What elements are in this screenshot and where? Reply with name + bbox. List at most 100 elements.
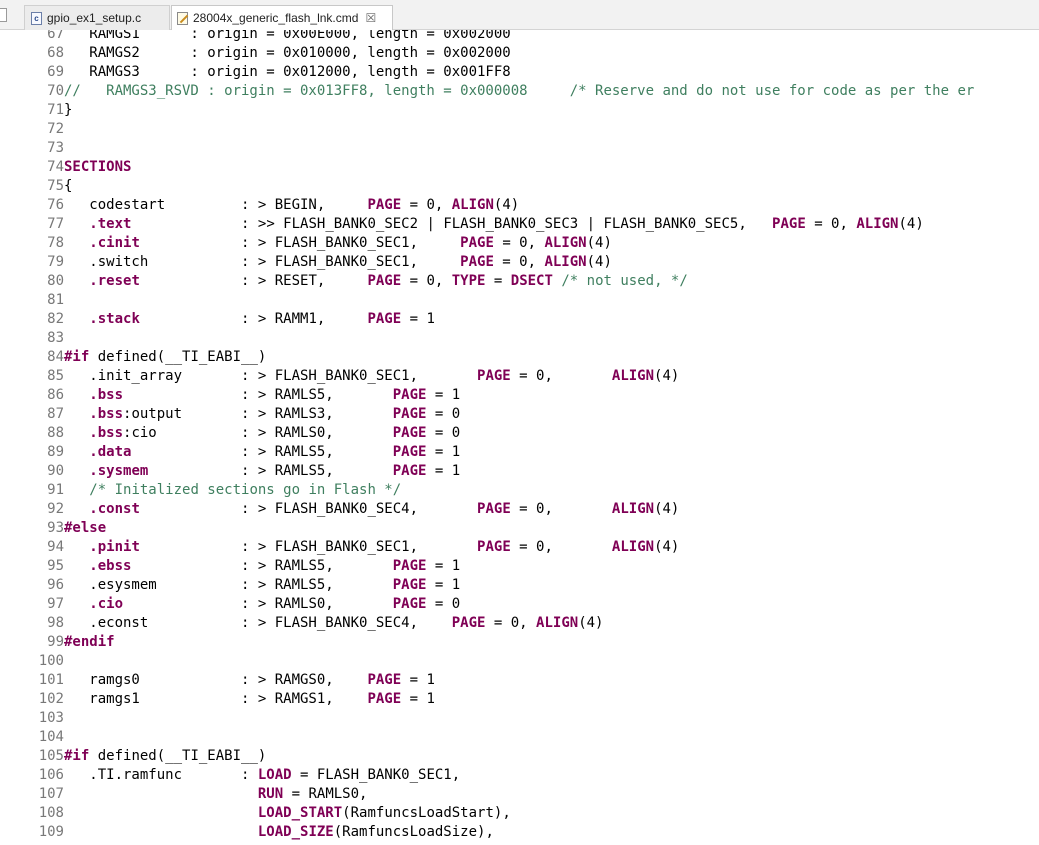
code-token: = FLASH_BANK0_SEC1,: [291, 767, 461, 783]
line-text: .pinit : > FLASH_BANK0_SEC1, PAGE = 0, A…: [64, 539, 679, 555]
code-line[interactable]: 98 .econst : > FLASH_BANK0_SEC4, PAGE = …: [0, 614, 1039, 633]
line-number: 100: [38, 653, 64, 669]
line-text: .TI.ramfunc : LOAD = FLASH_BANK0_SEC1,: [64, 767, 460, 783]
code-line[interactable]: 70// RAMGS3_RSVD : origin = 0x013FF8, le…: [0, 82, 1039, 101]
tab-gpio-ex1-setup-c[interactable]: c gpio_ex1_setup.c: [24, 5, 170, 30]
code-line[interactable]: 103: [0, 709, 1039, 728]
code-line[interactable]: 69 RAMGS3 : origin = 0x012000, length = …: [0, 63, 1039, 82]
code-token: codestart : > BEGIN,: [64, 197, 368, 213]
line-number: 86: [47, 387, 64, 403]
close-icon[interactable]: ☒: [365, 11, 376, 25]
code-line[interactable]: 91 /* Initalized sections go in Flash */: [0, 481, 1039, 500]
keyword-token: #endif: [64, 634, 115, 650]
code-line[interactable]: 67 RAMGS1 : origin = 0x00E000, length = …: [0, 30, 1039, 44]
line-number: 81: [47, 292, 64, 308]
code-line[interactable]: 79 .switch : > FLASH_BANK0_SEC1, PAGE = …: [0, 253, 1039, 272]
code-line[interactable]: 88 .bss:cio : > RAMLS0, PAGE = 0: [0, 424, 1039, 443]
code-line[interactable]: 95 .ebss : > RAMLS5, PAGE = 1: [0, 557, 1039, 576]
line-number: 107: [38, 786, 64, 802]
code-token: (4): [654, 368, 680, 384]
code-line[interactable]: 107 RUN = RAMLS0,: [0, 785, 1039, 804]
code-line[interactable]: 81: [0, 291, 1039, 310]
code-line[interactable]: 105#if defined(__TI_EABI__): [0, 747, 1039, 766]
line-text: .switch : > FLASH_BANK0_SEC1, PAGE = 0, …: [64, 254, 612, 270]
line-number: 96: [47, 577, 64, 593]
line-text: }: [64, 102, 72, 118]
code-line[interactable]: 86 .bss : > RAMLS5, PAGE = 1: [0, 386, 1039, 405]
line-text: RAMGS2 : origin = 0x010000, length = 0x0…: [64, 45, 510, 61]
code-token: = 1: [401, 311, 435, 327]
code-line[interactable]: 78 .cinit : > FLASH_BANK0_SEC1, PAGE = 0…: [0, 234, 1039, 253]
code-line[interactable]: 75{: [0, 177, 1039, 196]
code-line[interactable]: 96 .esysmem : > RAMLS5, PAGE = 1: [0, 576, 1039, 595]
code-token: = 0: [426, 406, 461, 422]
code-line[interactable]: 72: [0, 120, 1039, 139]
code-line[interactable]: 104: [0, 728, 1039, 747]
line-number: 104: [38, 729, 64, 745]
code-line[interactable]: 102 ramgs1 : > RAMGS1, PAGE = 1: [0, 690, 1039, 709]
keyword-token: PAGE: [392, 444, 427, 460]
keyword-token: PAGE: [460, 235, 494, 251]
code-token: = 0,: [510, 368, 612, 384]
collapsed-panel-marker[interactable]: [0, 8, 7, 22]
code-line[interactable]: 92 .const : > FLASH_BANK0_SEC4, PAGE = 0…: [0, 500, 1039, 519]
line-number: 97: [47, 596, 64, 612]
code-line[interactable]: 80 .reset : > RESET, PAGE = 0, TYPE = DS…: [0, 272, 1039, 291]
code-token: (4): [654, 539, 680, 555]
code-line[interactable]: 101 ramgs0 : > RAMGS0, PAGE = 1: [0, 671, 1039, 690]
code-line[interactable]: 106 .TI.ramfunc : LOAD = FLASH_BANK0_SEC…: [0, 766, 1039, 785]
line-text: LOAD_START(RamfuncsLoadStart),: [64, 805, 511, 821]
code-token: : > FLASH_BANK0_SEC1,: [139, 235, 461, 251]
code-line[interactable]: 83: [0, 329, 1039, 348]
line-number: 87: [47, 406, 64, 422]
code-token: defined(__TI_EABI__): [89, 349, 267, 365]
code-token: =: [485, 273, 511, 289]
code-line[interactable]: 97 .cio : > RAMLS0, PAGE = 0: [0, 595, 1039, 614]
code-token: RAMGS1 : origin = 0x00E000, length = 0x0…: [64, 30, 511, 42]
keyword-token: .sysmem: [89, 463, 149, 479]
line-number: 79: [47, 254, 64, 270]
editor-tab-bar: c gpio_ex1_setup.c 28004x_generic_flash_…: [0, 0, 1039, 30]
keyword-token: .cinit: [89, 235, 140, 251]
code-line[interactable]: 82 .stack : > RAMM1, PAGE = 1: [0, 310, 1039, 329]
line-text: ramgs0 : > RAMGS0, PAGE = 1: [64, 672, 435, 688]
code-token: = 0,: [510, 539, 612, 555]
code-line[interactable]: 89 .data : > RAMLS5, PAGE = 1: [0, 443, 1039, 462]
keyword-token: ALIGN: [544, 235, 587, 251]
line-number: 92: [47, 501, 64, 517]
code-line[interactable]: 85 .init_array : > FLASH_BANK0_SEC1, PAG…: [0, 367, 1039, 386]
code-token: : > RAMLS5,: [123, 387, 393, 403]
tab-28004x-generic-flash-lnk-cmd[interactable]: 28004x_generic_flash_lnk.cmd ☒: [171, 5, 393, 30]
code-editor[interactable]: 67 RAMGS1 : origin = 0x00E000, length = …: [0, 30, 1039, 845]
code-line[interactable]: 77 .text : >> FLASH_BANK0_SEC2 | FLASH_B…: [0, 215, 1039, 234]
code-line[interactable]: 99#endif: [0, 633, 1039, 652]
keyword-token: PAGE: [367, 311, 402, 327]
code-line[interactable]: 108 LOAD_START(RamfuncsLoadStart),: [0, 804, 1039, 823]
line-number: 67: [47, 30, 64, 42]
code-line[interactable]: 100: [0, 652, 1039, 671]
line-number: 70: [47, 83, 64, 99]
code-line[interactable]: 84#if defined(__TI_EABI__): [0, 348, 1039, 367]
code-line[interactable]: 109 LOAD_SIZE(RamfuncsLoadSize),: [0, 823, 1039, 842]
code-line[interactable]: 87 .bss:output : > RAMLS3, PAGE = 0: [0, 405, 1039, 424]
code-token: .init_array : > FLASH_BANK0_SEC1,: [64, 368, 478, 384]
code-line[interactable]: 73: [0, 139, 1039, 158]
code-token: ramgs1 : > RAMGS1,: [64, 691, 368, 707]
code-line[interactable]: 74SECTIONS: [0, 158, 1039, 177]
line-number: 94: [47, 539, 64, 555]
c-file-icon: c: [31, 11, 42, 25]
code-line[interactable]: 71}: [0, 101, 1039, 120]
code-line[interactable]: 93#else: [0, 519, 1039, 538]
line-text: .init_array : > FLASH_BANK0_SEC1, PAGE =…: [64, 368, 679, 384]
code-line[interactable]: 90 .sysmem : > RAMLS5, PAGE = 1: [0, 462, 1039, 481]
code-token: (4): [586, 254, 612, 270]
code-line[interactable]: 94 .pinit : > FLASH_BANK0_SEC1, PAGE = 0…: [0, 538, 1039, 557]
line-number: 102: [38, 691, 64, 707]
code-token: = 0,: [493, 254, 545, 270]
code-line[interactable]: 76 codestart : > BEGIN, PAGE = 0, ALIGN(…: [0, 196, 1039, 215]
code-line[interactable]: 68 RAMGS2 : origin = 0x010000, length = …: [0, 44, 1039, 63]
